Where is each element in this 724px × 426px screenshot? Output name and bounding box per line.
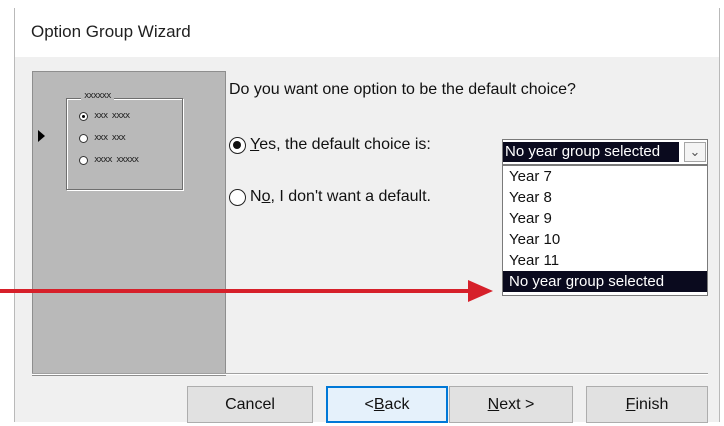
no-default-radio[interactable]: No, I don't want a default. xyxy=(229,188,431,206)
preview-radio-icon xyxy=(79,155,88,165)
combobox-value: No year group selected xyxy=(503,142,679,162)
chevron-down-icon[interactable]: ⌄ xyxy=(684,142,706,162)
next-button[interactable]: Next > xyxy=(449,386,573,423)
window-title: Option Group Wizard xyxy=(31,22,191,41)
preview-option-2: xxx xxx xyxy=(79,133,126,143)
dropdown-option[interactable]: Year 8 xyxy=(503,187,707,208)
yes-default-radio[interactable]: Yes, the default choice is: xyxy=(229,136,431,154)
back-button[interactable]: < Back xyxy=(326,386,448,423)
divider xyxy=(32,373,708,375)
preview-option-label: xxxx xxxxx xyxy=(94,155,139,165)
no-default-label: No, I don't want a default. xyxy=(250,188,431,205)
dropdown-option[interactable]: Year 7 xyxy=(503,166,707,187)
preview-radio-selected-icon xyxy=(79,111,88,121)
radio-selected-icon xyxy=(229,136,246,154)
finish-button[interactable]: Finish xyxy=(586,386,708,423)
preview-group-label: xxxxxx xyxy=(81,91,114,101)
preview-option-label: xxx xxxx xyxy=(94,111,130,121)
preview-option-label: xxx xxx xyxy=(94,133,126,143)
default-choice-combobox[interactable]: No year group selected ⌄ xyxy=(502,139,708,165)
preview-option-3: xxxx xxxxx xyxy=(79,155,139,165)
title-bar: Option Group Wizard xyxy=(15,8,719,57)
preview-option-1: xxx xxxx xyxy=(79,111,130,121)
dropdown-option[interactable]: Year 9 xyxy=(503,208,707,229)
preview-pointer-icon xyxy=(38,130,45,142)
annotation-arrow-shaft xyxy=(0,289,475,293)
dropdown-option-selected[interactable]: No year group selected xyxy=(503,271,707,292)
annotation-arrow-head-icon xyxy=(468,280,493,302)
cancel-button[interactable]: Cancel xyxy=(187,386,313,423)
preview-option-group: xxxxxx xxx xxxx xxx xxx xxxx xxxxx xyxy=(66,91,183,190)
yes-default-label: Yes, the default choice is: xyxy=(250,136,431,153)
dropdown-option[interactable]: Year 10 xyxy=(503,229,707,250)
dropdown-option[interactable]: Year 11 xyxy=(503,250,707,271)
option-group-wizard-dialog: Option Group Wizard xxxxxx xxx xxxx xxx … xyxy=(14,8,720,423)
radio-icon xyxy=(229,188,246,206)
question-label: Do you want one option to be the default… xyxy=(229,81,576,98)
preview-radio-icon xyxy=(79,133,88,143)
preview-pane: xxxxxx xxx xxxx xxx xxx xxxx xxxxx xyxy=(32,71,226,376)
default-choice-dropdown-list: Year 7 Year 8 Year 9 Year 10 Year 11 No … xyxy=(502,165,708,296)
